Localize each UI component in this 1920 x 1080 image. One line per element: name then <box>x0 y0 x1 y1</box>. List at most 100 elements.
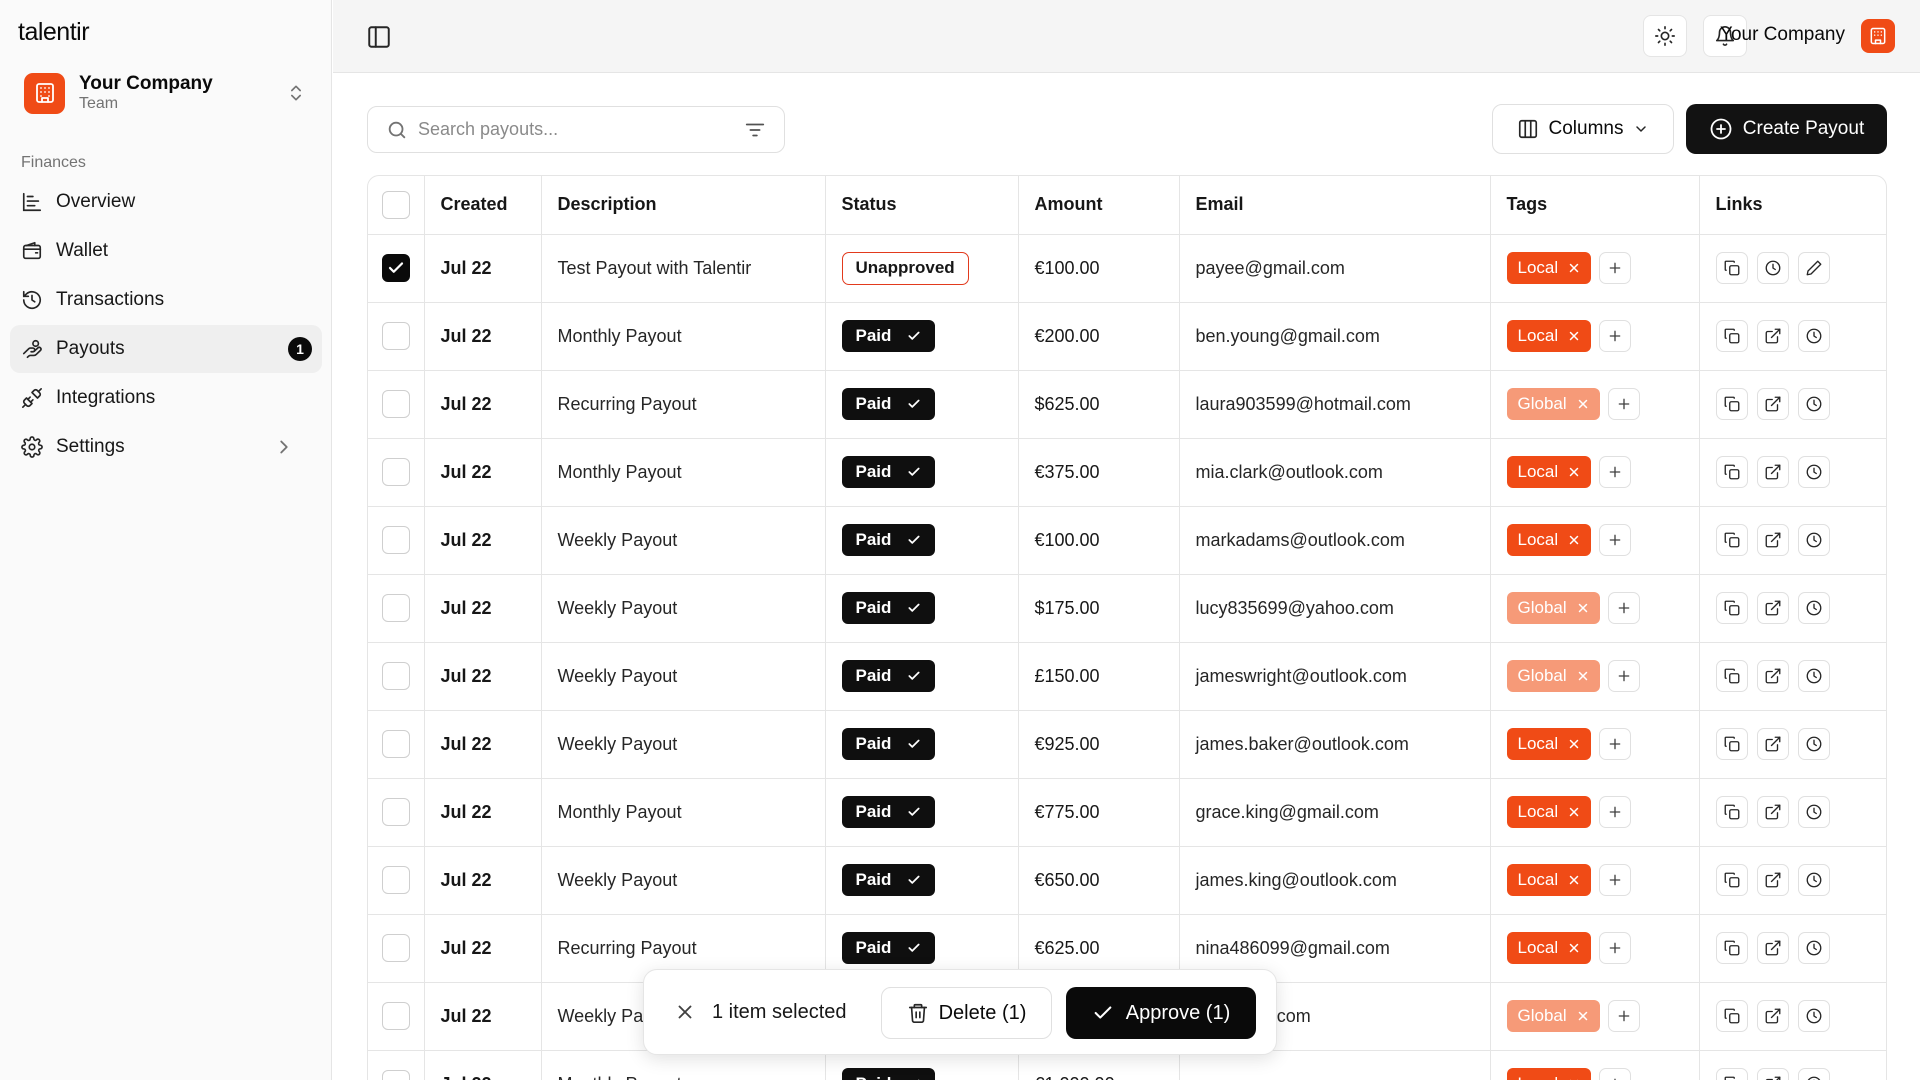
column-header-tags[interactable]: Tags <box>1490 176 1700 235</box>
row-checkbox[interactable] <box>381 662 410 690</box>
copy-link-button[interactable] <box>1715 864 1748 896</box>
columns-button[interactable]: Columns <box>1492 104 1674 154</box>
copy-link-button[interactable] <box>1715 524 1748 556</box>
delete-button[interactable]: Delete (1) <box>881 987 1052 1039</box>
column-header-email[interactable]: Email <box>1179 176 1491 235</box>
copy-link-button[interactable] <box>1715 932 1748 964</box>
row-checkbox[interactable] <box>381 390 410 418</box>
row-checkbox[interactable] <box>381 322 410 350</box>
column-header-created[interactable]: Created <box>424 176 542 235</box>
clear-selection-icon[interactable] <box>674 1001 696 1023</box>
column-header-amount[interactable]: Amount <box>1018 176 1180 235</box>
remove-tag-icon[interactable] <box>1568 738 1580 750</box>
open-external-button[interactable] <box>1756 1000 1789 1032</box>
remove-tag-icon[interactable] <box>1568 262 1580 274</box>
remove-tag-icon[interactable] <box>1568 806 1580 818</box>
add-tag-button[interactable] <box>1599 864 1632 896</box>
sidebar-item-transactions[interactable]: Transactions <box>10 276 322 324</box>
table-row[interactable]: Jul 22 Weekly Payout Paid €100.00 markadams@… <box>368 506 1886 575</box>
search-input[interactable] <box>418 119 744 140</box>
open-external-button[interactable] <box>1756 1068 1789 1080</box>
open-external-button[interactable] <box>1756 728 1789 760</box>
copy-link-button[interactable] <box>1715 796 1748 828</box>
edit-button[interactable] <box>1797 252 1830 284</box>
remove-tag-icon[interactable] <box>1568 942 1580 954</box>
sidebar-item-wallet[interactable]: Wallet <box>10 227 322 275</box>
add-tag-button[interactable] <box>1607 660 1640 692</box>
table-row[interactable]: Jul 22 Test Payout with Talentir Unapprove… <box>368 234 1886 303</box>
add-tag-button[interactable] <box>1599 524 1632 556</box>
row-checkbox[interactable] <box>381 594 410 622</box>
history-button[interactable] <box>1797 728 1830 760</box>
table-row[interactable]: Jul 22 Weekly Payout Paid €925.00 james.bake… <box>368 710 1886 779</box>
open-external-button[interactable] <box>1756 320 1789 352</box>
remove-tag-icon[interactable] <box>1577 1010 1589 1022</box>
sidebar-item-integrations[interactable]: Integrations <box>10 374 322 422</box>
add-tag-button[interactable] <box>1599 320 1632 352</box>
history-button[interactable] <box>1797 524 1830 556</box>
company-switcher[interactable]: Your Company Team <box>16 66 316 120</box>
row-checkbox[interactable] <box>381 458 410 486</box>
table-row[interactable]: Jul 22 Monthly Payout Paid €775.00 grace.kin… <box>368 778 1886 847</box>
add-tag-button[interactable] <box>1599 252 1632 284</box>
sidebar-item-payouts[interactable]: Payouts 1 <box>10 325 322 373</box>
table-row[interactable]: Jul 22 Monthly Payout Paid €200.00 ben.young… <box>368 302 1886 371</box>
row-checkbox[interactable] <box>381 526 410 554</box>
add-tag-button[interactable] <box>1607 592 1640 624</box>
add-tag-button[interactable] <box>1607 388 1640 420</box>
theme-toggle-button[interactable] <box>1643 15 1687 57</box>
copy-link-button[interactable] <box>1715 456 1748 488</box>
table-row[interactable]: Jul 22 Weekly Payout Paid $175.00 lucy835699… <box>368 574 1886 643</box>
copy-link-button[interactable] <box>1715 660 1748 692</box>
table-row[interactable]: Jul 22 Monthly Payout Paid €375.00 mia.clark… <box>368 438 1886 507</box>
add-tag-button[interactable] <box>1607 1000 1640 1032</box>
table-row[interactable]: Jul 22 Weekly Payout Paid £150.00 jameswrigh… <box>368 642 1886 711</box>
history-button[interactable] <box>1797 660 1830 692</box>
row-checkbox[interactable] <box>381 1002 410 1030</box>
remove-tag-icon[interactable] <box>1568 466 1580 478</box>
sidebar-toggle-icon[interactable] <box>366 24 392 50</box>
history-button[interactable] <box>1797 932 1830 964</box>
row-checkbox[interactable] <box>381 730 410 758</box>
remove-tag-icon[interactable] <box>1577 670 1589 682</box>
approve-button[interactable]: Approve (1) <box>1066 987 1256 1039</box>
copy-link-button[interactable] <box>1715 320 1748 352</box>
add-tag-button[interactable] <box>1599 932 1632 964</box>
row-checkbox[interactable] <box>381 254 410 282</box>
column-header-description[interactable]: Description <box>541 176 826 235</box>
history-button[interactable] <box>1797 456 1830 488</box>
row-checkbox[interactable] <box>381 1070 410 1080</box>
remove-tag-icon[interactable] <box>1577 602 1589 614</box>
history-button[interactable] <box>1797 592 1830 624</box>
filter-icon[interactable] <box>744 119 766 141</box>
create-payout-button[interactable]: Create Payout <box>1686 104 1887 154</box>
copy-link-button[interactable] <box>1715 1000 1748 1032</box>
add-tag-button[interactable] <box>1599 728 1632 760</box>
row-checkbox[interactable] <box>381 934 410 962</box>
open-external-button[interactable] <box>1756 592 1789 624</box>
remove-tag-icon[interactable] <box>1568 330 1580 342</box>
row-checkbox[interactable] <box>381 798 410 826</box>
copy-link-button[interactable] <box>1715 1068 1748 1080</box>
select-all-checkbox[interactable] <box>381 190 410 219</box>
history-button[interactable] <box>1797 320 1830 352</box>
add-tag-button[interactable] <box>1599 456 1632 488</box>
open-external-button[interactable] <box>1756 660 1789 692</box>
open-external-button[interactable] <box>1756 864 1789 896</box>
company-avatar[interactable] <box>1861 19 1895 53</box>
header-company-name[interactable]: Your Company <box>1720 24 1845 46</box>
copy-link-button[interactable] <box>1715 388 1748 420</box>
copy-link-button[interactable] <box>1715 252 1748 284</box>
sidebar-item-settings[interactable]: Settings <box>10 423 322 471</box>
row-checkbox[interactable] <box>381 866 410 894</box>
open-external-button[interactable] <box>1756 388 1789 420</box>
open-external-button[interactable] <box>1756 796 1789 828</box>
add-tag-button[interactable] <box>1599 796 1632 828</box>
table-row[interactable]: Jul 22 Recurring Payout Paid $625.00 laura90… <box>368 370 1886 439</box>
remove-tag-icon[interactable] <box>1568 874 1580 886</box>
history-button[interactable] <box>1797 864 1830 896</box>
sidebar-item-overview[interactable]: Overview <box>10 178 322 226</box>
history-button[interactable] <box>1797 796 1830 828</box>
history-button[interactable] <box>1797 388 1830 420</box>
column-header-links[interactable]: Links <box>1699 176 1886 235</box>
